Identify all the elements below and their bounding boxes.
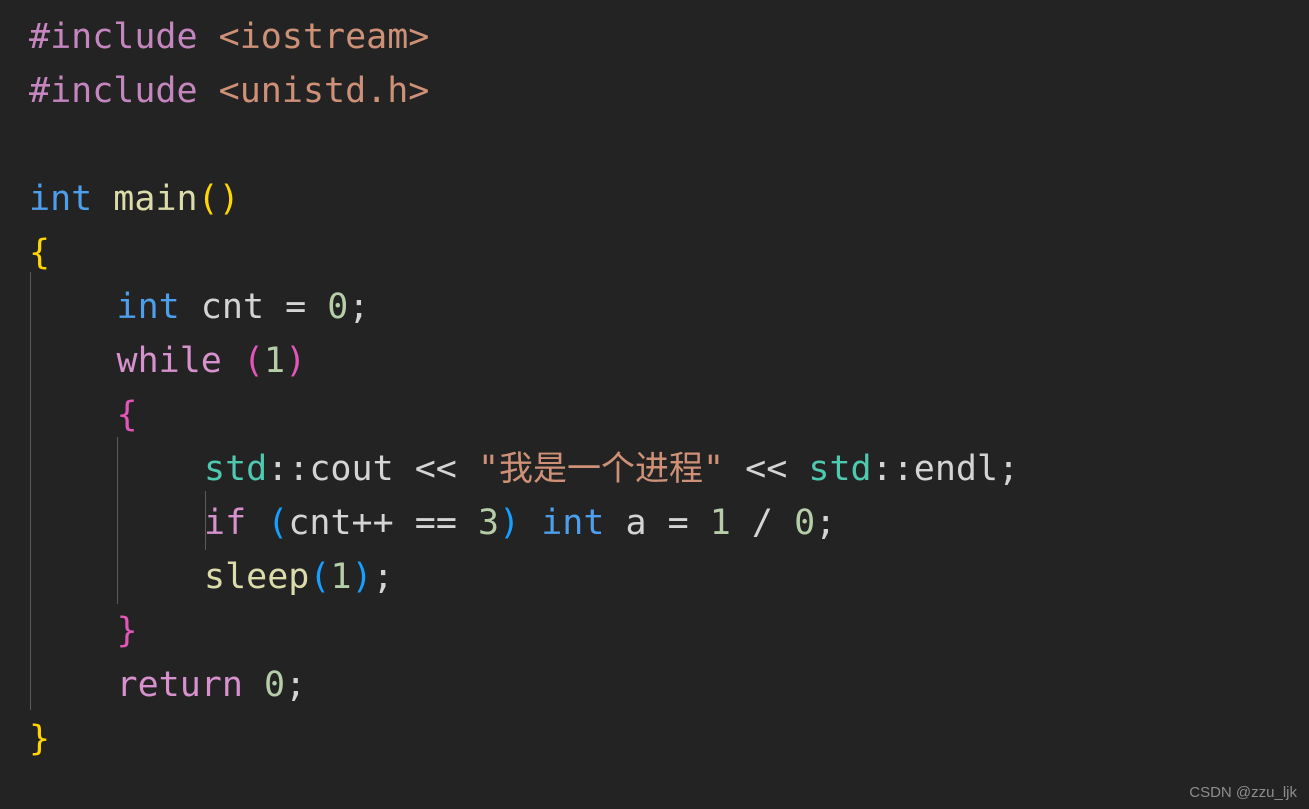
code-token: 3 — [477, 503, 500, 543]
code-line[interactable]: while (1) — [117, 334, 307, 388]
code-line[interactable]: } — [29, 712, 50, 766]
csdn-watermark: CSDN @zzu_ljk — [1189, 784, 1297, 801]
code-token: ) — [285, 341, 307, 381]
code-token: ; — [348, 287, 370, 327]
code-token: #include — [29, 17, 198, 57]
code-token: "我是一个进程" — [477, 449, 725, 489]
code-line[interactable]: sleep(1); — [204, 550, 394, 604]
code-token: cnt++ == — [288, 503, 478, 543]
code-token: / — [730, 503, 795, 543]
code-token: ) — [351, 557, 373, 597]
code-token: } — [116, 611, 138, 651]
code-line[interactable]: #include <unistd.h> — [29, 64, 429, 118]
code-token: int — [541, 503, 605, 543]
code-token: ( — [309, 557, 331, 597]
code-token: ) — [499, 503, 521, 543]
code-token: { — [116, 395, 138, 435]
code-token: cnt — [200, 287, 265, 327]
code-token: = — [264, 287, 328, 327]
code-token: << — [724, 449, 809, 489]
code-token: 1 — [330, 557, 352, 597]
code-token: int — [29, 179, 93, 219]
code-token: { — [29, 233, 51, 273]
code-token: } — [29, 719, 51, 759]
code-token: <unistd.h> — [218, 71, 430, 111]
code-token: 0 — [327, 287, 349, 327]
code-token: std — [204, 449, 268, 489]
indent-guide-2 — [117, 437, 118, 604]
code-token: ; — [815, 503, 837, 543]
code-line[interactable]: return 0; — [117, 658, 307, 712]
code-token: ( — [242, 341, 265, 381]
code-token: ::endl; — [871, 449, 1020, 489]
code-token: 0 — [794, 503, 816, 543]
code-token: #include — [29, 71, 198, 111]
code-token: ::cout << — [267, 449, 478, 489]
code-line[interactable]: int main() — [29, 172, 240, 226]
code-token: ; — [372, 557, 394, 597]
code-line[interactable]: } — [117, 604, 138, 658]
code-line[interactable]: { — [117, 388, 138, 442]
code-token: main — [113, 179, 198, 219]
code-token: ( — [267, 503, 289, 543]
indent-guide-1 — [30, 272, 31, 710]
code-token: ; — [285, 665, 307, 705]
code-line[interactable]: { — [29, 226, 50, 280]
code-editor-surface[interactable]: #include <iostream> #include <unistd.h> in… — [0, 0, 1309, 809]
code-token: return — [116, 665, 243, 705]
code-token: if — [204, 503, 247, 543]
code-token: int — [116, 287, 180, 327]
code-token: ( — [197, 179, 219, 219]
code-token: a = — [604, 503, 710, 543]
code-line[interactable]: int cnt = 0; — [117, 280, 370, 334]
code-token: while — [116, 341, 222, 381]
code-token: sleep — [204, 557, 310, 597]
code-line[interactable]: #include <iostream> — [29, 10, 429, 64]
code-line[interactable]: std::cout << "我是一个进程" << std::endl; — [204, 442, 1019, 496]
code-token: 1 — [709, 503, 731, 543]
code-token: ) — [218, 179, 240, 219]
code-line[interactable]: if (cnt++ == 3) int a = 1 / 0; — [204, 496, 836, 550]
code-token: <iostream> — [218, 17, 430, 57]
code-token: 1 — [264, 341, 286, 381]
code-token: 0 — [264, 665, 286, 705]
code-token: std — [808, 449, 872, 489]
code-screenshot: #include <iostream> #include <unistd.h> in… — [0, 0, 1309, 809]
